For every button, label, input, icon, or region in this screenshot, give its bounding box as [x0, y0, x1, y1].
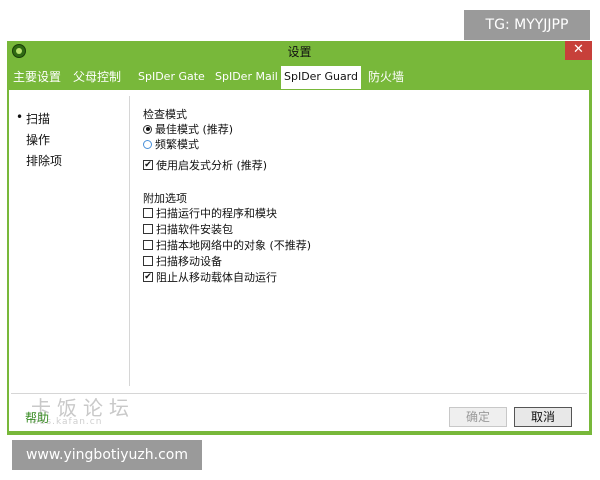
radio-selected-icon: [143, 124, 152, 134]
checkbox-unchecked-icon: [143, 240, 153, 250]
content-panel: • 扫描 操作 排除项 检查模式 最佳模式 (推荐) 频繁模式 ✔ 使用启发式分…: [9, 90, 589, 431]
scan-removable-devices-checkbox[interactable]: 扫描移动设备: [143, 254, 222, 268]
close-button[interactable]: ✕: [565, 41, 592, 60]
mode-frequent-radio[interactable]: 频繁模式: [143, 137, 199, 151]
tab-spider-gate[interactable]: SpIDer Gate: [138, 65, 205, 89]
ok-button[interactable]: 确定: [449, 407, 507, 427]
settings-window: 设置 ✕ 主要设置 父母控制 SpIDer Gate SpIDer Mail S…: [7, 41, 592, 435]
tab-spider-guard[interactable]: SpIDer Guard: [281, 66, 361, 89]
cancel-button[interactable]: 取消: [514, 407, 572, 427]
checkbox-checked-icon: ✔: [143, 272, 153, 282]
option-label: 扫描运行中的程序和模块: [156, 207, 277, 220]
tab-parental-control[interactable]: 父母控制: [73, 65, 121, 89]
option-label: 阻止从移动载体自动运行: [156, 271, 277, 284]
mode-optimal-radio[interactable]: 最佳模式 (推荐): [143, 122, 233, 136]
sidebar-item-label: 扫描: [26, 112, 51, 126]
title-bar: 设置 ✕: [7, 41, 592, 62]
option-label: 扫描本地网络中的对象 (不推荐): [156, 239, 312, 252]
sidebar-item-exclusions[interactable]: 排除项: [26, 152, 62, 169]
option-label: 扫描移动设备: [156, 255, 222, 268]
vertical-divider: [129, 96, 130, 386]
heuristic-label: 使用启发式分析 (推荐): [156, 159, 268, 172]
tab-firewall[interactable]: 防火墙: [368, 65, 404, 89]
checkbox-unchecked-icon: [143, 208, 153, 218]
selected-bullet: •: [16, 110, 24, 124]
window-title: 设置: [287, 45, 312, 59]
help-link[interactable]: 帮助: [25, 409, 49, 426]
checkbox-checked-icon: ✔: [143, 160, 153, 170]
sidebar-item-scan[interactable]: • 扫描: [16, 110, 51, 127]
tab-bar: 主要设置 父母控制 SpIDer Gate SpIDer Mail SpIDer…: [7, 65, 592, 89]
sidebar-item-label: 排除项: [26, 154, 63, 168]
tg-watermark-badge: TG: MYYJJPP: [464, 10, 590, 40]
mode-optimal-label: 最佳模式 (推荐): [155, 123, 234, 136]
scan-installers-checkbox[interactable]: 扫描软件安装包: [143, 222, 233, 236]
mode-frequent-label: 频繁模式: [155, 138, 199, 151]
scan-mode-heading: 检查模式: [143, 108, 187, 121]
sidebar-item-label: 操作: [26, 133, 51, 147]
heuristic-checkbox[interactable]: ✔ 使用启发式分析 (推荐): [143, 158, 267, 172]
tab-main-settings[interactable]: 主要设置: [13, 65, 61, 89]
tab-spider-mail[interactable]: SpIDer Mail: [215, 65, 278, 89]
block-autorun-checkbox[interactable]: ✔ 阻止从移动载体自动运行: [143, 270, 277, 284]
scan-running-programs-checkbox[interactable]: 扫描运行中的程序和模块: [143, 206, 277, 220]
extra-options-heading: 附加选项: [143, 192, 187, 205]
checkbox-unchecked-icon: [143, 256, 153, 266]
radio-unselected-icon: [143, 139, 152, 149]
sidebar-item-actions[interactable]: 操作: [26, 131, 50, 148]
url-watermark-badge: www.yingbotiyuzh.com: [12, 440, 202, 470]
option-label: 扫描软件安装包: [156, 223, 233, 236]
scan-local-network-checkbox[interactable]: 扫描本地网络中的对象 (不推荐): [143, 238, 311, 252]
checkbox-unchecked-icon: [143, 224, 153, 234]
